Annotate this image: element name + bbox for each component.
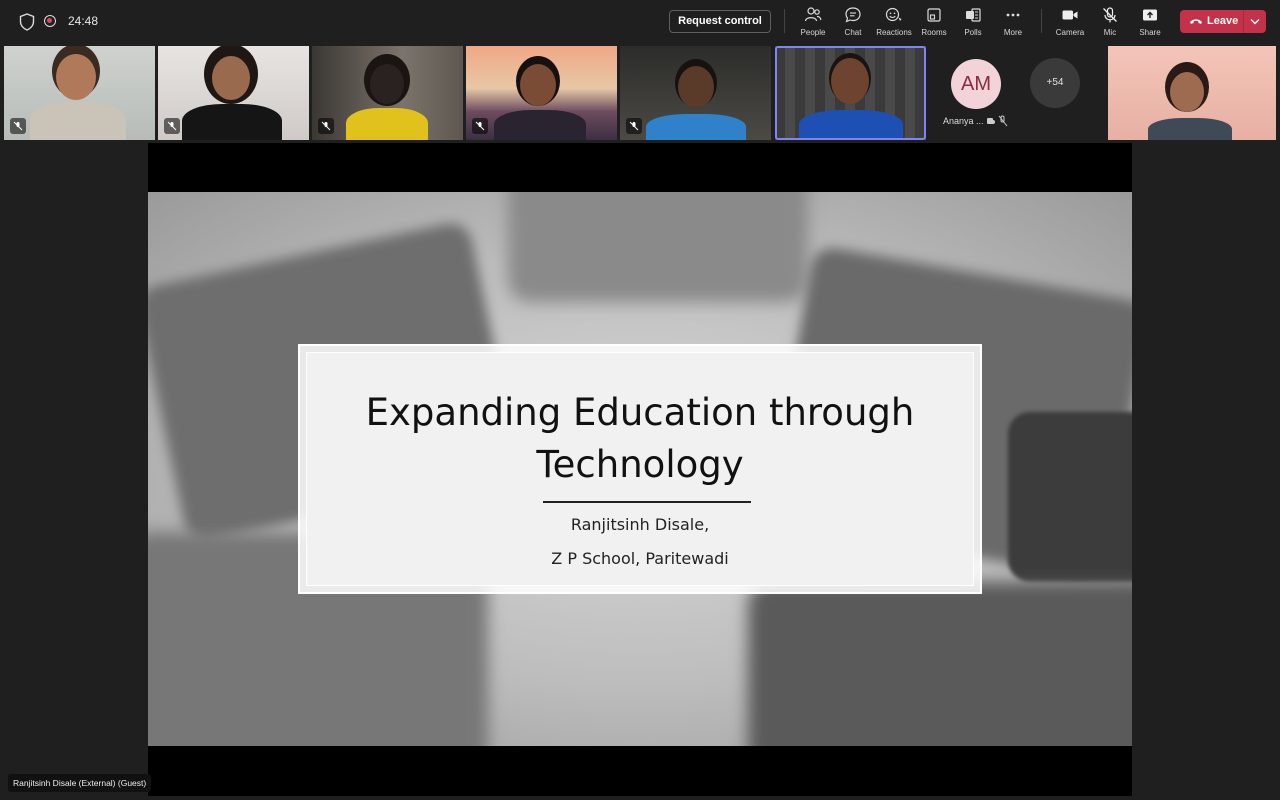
- toolbar-divider: [1041, 9, 1042, 33]
- more-icon: [1006, 13, 1020, 17]
- slide-background-image: [748, 582, 1132, 746]
- slide-background-image: [1008, 412, 1132, 582]
- polls-button[interactable]: Polls: [953, 6, 993, 40]
- slide-title-panel: Expanding Education through Technology R…: [306, 352, 974, 586]
- muted-indicator: [626, 118, 642, 134]
- participant-video: [182, 104, 282, 140]
- polls-icon: [966, 8, 981, 22]
- share-icon: [1143, 9, 1157, 21]
- reactions-icon: [885, 7, 902, 22]
- slide-affiliation: Z P School, Paritewadi: [551, 549, 729, 568]
- camera-label: Camera: [1055, 28, 1085, 37]
- more-button[interactable]: More: [993, 6, 1033, 40]
- participant-video: [212, 56, 250, 100]
- participant-video: [520, 64, 556, 106]
- title-underline: [543, 501, 751, 503]
- leave-button[interactable]: Leave: [1180, 10, 1243, 33]
- slide-title-line: Expanding Education through: [365, 391, 915, 434]
- meeting-timer: 24:48: [68, 14, 99, 28]
- more-participants-button[interactable]: +54: [1030, 58, 1080, 108]
- share-button[interactable]: Share: [1130, 6, 1170, 40]
- mic-off-icon: [1103, 7, 1117, 23]
- participant-video-tile[interactable]: [1108, 46, 1276, 140]
- people-icon: [804, 7, 822, 22]
- active-speaker-highlight: [775, 46, 926, 140]
- participant-video-tile[interactable]: [158, 46, 309, 140]
- muted-indicator: [10, 118, 26, 134]
- participant-video: [1170, 72, 1204, 112]
- mic-button[interactable]: Mic: [1090, 6, 1130, 40]
- muted-indicator: [318, 118, 334, 134]
- mic-label: Mic: [1103, 28, 1117, 37]
- chat-label: Chat: [844, 28, 862, 37]
- participant-video: [346, 108, 428, 140]
- chat-icon: [845, 7, 861, 23]
- participant-video-tile[interactable]: [4, 46, 155, 140]
- leave-button-group: Leave: [1180, 10, 1266, 33]
- camera-icon: [1062, 10, 1078, 20]
- mic-off-icon: [629, 121, 639, 131]
- rooms-label: Rooms: [921, 28, 947, 37]
- rooms-icon: [927, 8, 941, 22]
- people-button[interactable]: People: [793, 6, 833, 40]
- slide-background-image: [508, 192, 808, 302]
- more-label: More: [1003, 28, 1023, 37]
- hang-up-icon: [1190, 19, 1202, 24]
- share-label: Share: [1139, 28, 1161, 37]
- participant-video: [494, 110, 586, 140]
- presenter-name-label: Ranjitsinh Disale (External) (Guest): [8, 774, 152, 792]
- participant-video: [1148, 118, 1232, 140]
- leave-label: Leave: [1207, 15, 1239, 27]
- people-label: People: [800, 28, 826, 37]
- meeting-top-bar: 24:48 Request control People Chat Reacti…: [0, 0, 1280, 44]
- participant-video: [30, 102, 126, 140]
- slide-author: Ranjitsinh Disale,: [570, 515, 710, 534]
- slide-title-line: Technology: [536, 443, 744, 486]
- mic-off-icon: [321, 121, 331, 131]
- shield-icon[interactable]: [19, 13, 35, 31]
- chat-button[interactable]: Chat: [833, 6, 873, 40]
- participant-video: [56, 54, 96, 100]
- avatar[interactable]: AM: [951, 59, 1001, 109]
- recording-icon: [44, 15, 56, 27]
- leave-options-button[interactable]: [1244, 10, 1266, 33]
- muted-indicator: [472, 118, 488, 134]
- participant-status-icons: [987, 115, 1008, 127]
- chevron-down-icon: [1250, 19, 1260, 25]
- mic-off-icon: [475, 121, 485, 131]
- participant-video-tile[interactable]: [620, 46, 771, 140]
- muted-indicator: [164, 118, 180, 134]
- participant-video: [370, 64, 404, 104]
- reactions-label: Reactions: [876, 28, 912, 37]
- toolbar-divider: [784, 9, 785, 33]
- participant-video: [678, 66, 714, 108]
- participant-video-tile[interactable]: [312, 46, 463, 140]
- slide-title-box: Expanding Education through Technology R…: [298, 344, 982, 594]
- mic-off-icon: [167, 121, 177, 131]
- polls-label: Polls: [964, 28, 982, 37]
- slide-title: Expanding Education through Technology: [307, 387, 973, 491]
- mic-off-icon: [13, 121, 23, 131]
- reactions-button[interactable]: Reactions: [874, 6, 914, 40]
- request-control-button[interactable]: Request control: [669, 10, 771, 33]
- participant-video-tile[interactable]: [466, 46, 617, 140]
- participant-name: Ananya ...: [943, 116, 984, 126]
- camera-button[interactable]: Camera: [1050, 6, 1090, 40]
- participant-video: [646, 114, 746, 140]
- rooms-button[interactable]: Rooms: [914, 6, 954, 40]
